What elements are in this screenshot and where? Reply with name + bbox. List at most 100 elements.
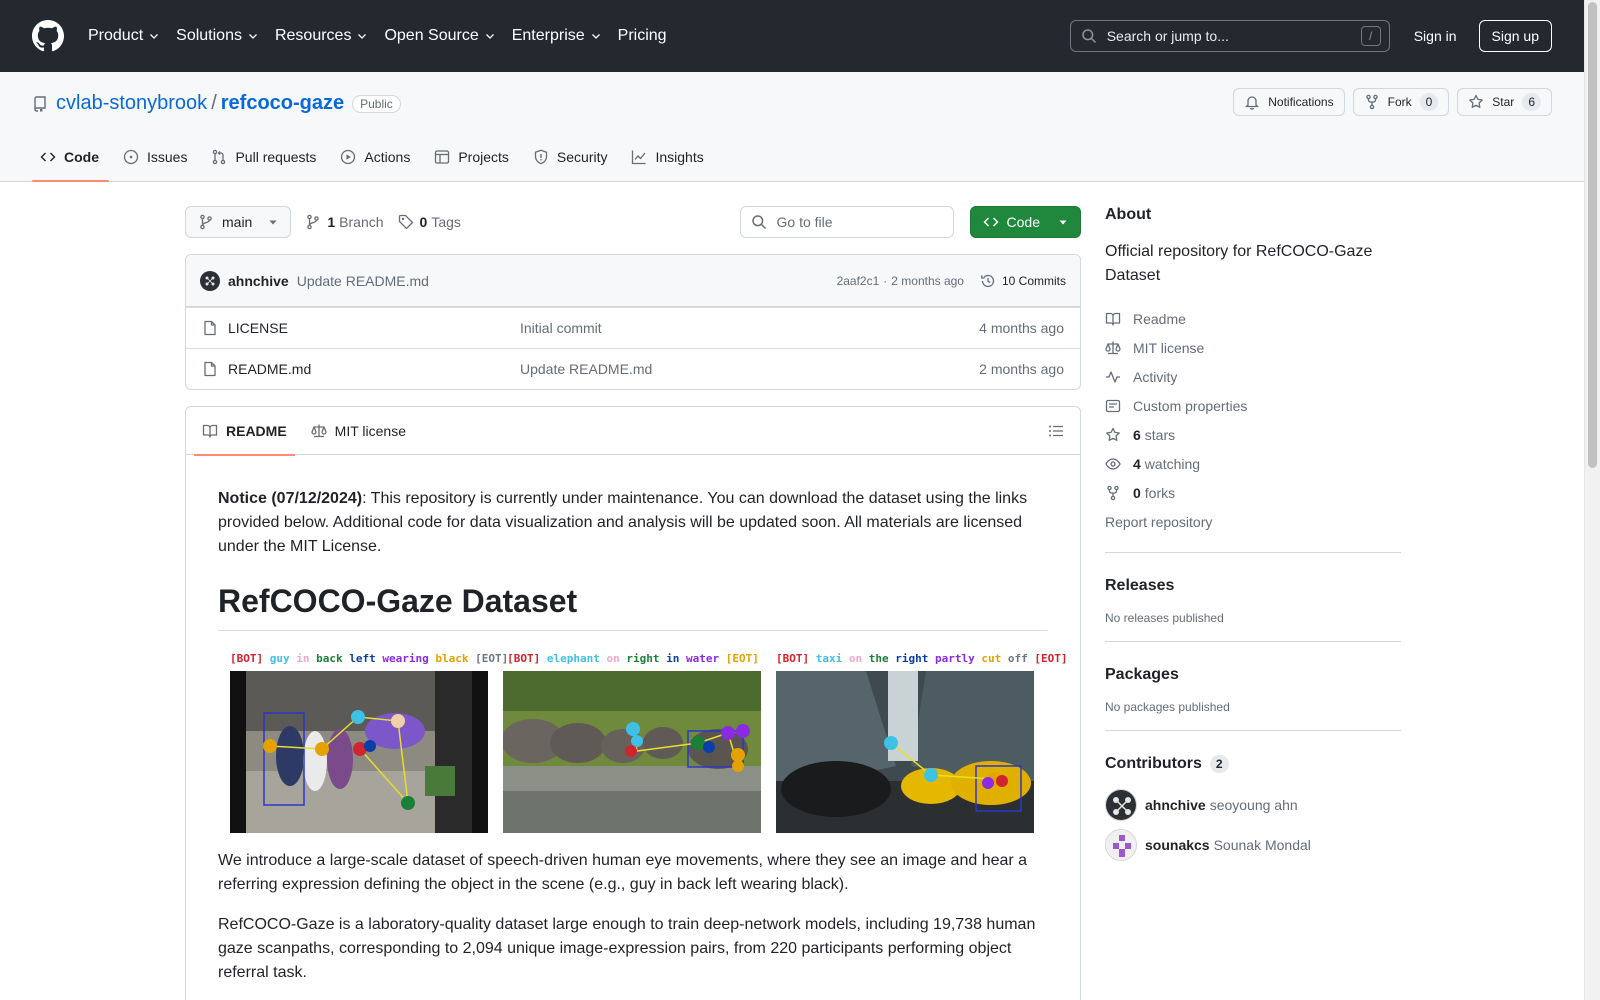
nav-resources[interactable]: Resources — [275, 27, 368, 45]
contributor-item[interactable]: ahnchive seoyoung ahn — [1105, 789, 1401, 821]
sidebar-watching-label: watching — [1144, 455, 1201, 472]
nav-solutions[interactable]: Solutions — [176, 27, 259, 45]
fork-count: 0 — [1419, 93, 1439, 111]
sidebar-custom-properties-link[interactable]: Custom properties — [1105, 391, 1401, 420]
contributors-link[interactable]: Contributors — [1105, 755, 1202, 773]
scrollbar-thumb[interactable] — [1588, 2, 1597, 468]
nav-pricing[interactable]: Pricing — [618, 27, 667, 45]
caption-elephant: [BOT] elephant on right in water [EOT] — [503, 647, 763, 671]
avatar-identicon-icon — [1106, 830, 1136, 860]
branch-name: main — [222, 214, 253, 230]
tab-pull-requests[interactable]: Pull requests — [203, 133, 326, 181]
fork-label: Fork — [1387, 95, 1412, 109]
tab-mit-license[interactable]: MIT license — [311, 407, 406, 455]
triangle-down-icon — [1059, 220, 1067, 225]
nav-enterprise-label: Enterprise — [511, 27, 585, 44]
repo-name-link[interactable]: refcoco-gaze — [221, 92, 344, 115]
tab-security[interactable]: Security — [525, 133, 618, 181]
star-button[interactable]: Star 6 — [1457, 88, 1552, 116]
outline-toggle-button[interactable] — [1048, 423, 1064, 439]
contributor-item[interactable]: sounakcs Sounak Mondal — [1105, 829, 1401, 861]
search-icon — [751, 215, 766, 230]
nav-product[interactable]: Product — [88, 27, 160, 45]
nav-open-source[interactable]: Open Source — [384, 27, 495, 45]
fork-button[interactable]: Fork 0 — [1352, 88, 1450, 116]
commit-sha-link[interactable]: 2aaf2c1 — [837, 274, 880, 288]
repo-description: Official repository for RefCOCO-Gaze Dat… — [1105, 243, 1373, 284]
tab-projects[interactable]: Projects — [426, 133, 519, 181]
tab-issues[interactable]: Issues — [115, 133, 197, 181]
sidebar-license-link[interactable]: MIT license — [1105, 333, 1401, 362]
readme-panel: README MIT license Notice (07/12/2024): … — [185, 406, 1081, 1000]
tag-count: 0 — [419, 214, 428, 230]
global-search-input[interactable]: Search or jump to... / — [1069, 20, 1390, 52]
packages-empty-text: No packages published — [1105, 700, 1230, 714]
github-logo-icon[interactable] — [32, 20, 64, 52]
sidebar-divider — [1105, 552, 1401, 553]
file-link-readme[interactable]: README.md — [202, 361, 520, 377]
page-scrollbar[interactable] — [1584, 0, 1600, 1000]
sidebar-license-label: MIT license — [1133, 339, 1205, 356]
code-download-button[interactable]: Code — [969, 206, 1081, 238]
sidebar-stars-link[interactable]: 6 stars — [1105, 420, 1401, 449]
avatar[interactable] — [200, 270, 220, 291]
sign-up-button[interactable]: Sign up — [1478, 20, 1552, 52]
report-repository-link[interactable]: Report repository — [1105, 507, 1401, 536]
nav-enterprise[interactable]: Enterprise — [512, 27, 602, 45]
tab-security-label: Security — [556, 149, 608, 165]
git-branch-icon — [200, 214, 212, 230]
commit-message-link[interactable]: Update README.md — [297, 273, 429, 289]
intro-paragraph: We introduce a large-scale dataset of sp… — [218, 852, 1028, 893]
tag-icon — [398, 214, 413, 230]
avatar[interactable] — [1105, 789, 1137, 821]
caption-word: [BOT] — [507, 652, 541, 665]
tab-readme[interactable]: README — [194, 407, 295, 456]
scene-elephant-graphic — [503, 671, 761, 833]
file-commit-time: 4 months ago — [979, 320, 1064, 336]
go-to-file-input[interactable]: Go to file — [739, 206, 954, 238]
book-icon — [202, 424, 218, 438]
repo-owner-link[interactable]: cvlab-stonybrook — [56, 92, 207, 115]
scene-taxi-graphic — [776, 671, 1034, 833]
releases-heading[interactable]: Releases — [1105, 577, 1401, 595]
tab-mit-license-label: MIT license — [334, 422, 406, 439]
caption-word: right — [895, 652, 929, 665]
repo-main-content: main 1 Branch 0 Tags Go to file Code ahn… — [185, 206, 1081, 1000]
repo-tabs: Code Issues Pull requests Actions Projec… — [32, 133, 720, 182]
file-name: LICENSE — [228, 320, 288, 336]
file-navigation: main 1 Branch 0 Tags Go to file Code — [185, 206, 1081, 238]
graph-icon — [632, 150, 646, 165]
avatar[interactable] — [1105, 829, 1137, 861]
table-row: LICENSE Initial commit 4 months ago — [186, 307, 1080, 348]
notifications-button[interactable]: Notifications — [1233, 88, 1345, 116]
table-icon — [435, 150, 450, 164]
tab-code[interactable]: Code — [32, 133, 109, 182]
file-link-license[interactable]: LICENSE — [202, 320, 520, 336]
packages-heading[interactable]: Packages — [1105, 666, 1401, 684]
sign-in-link[interactable]: Sign in — [1414, 28, 1457, 44]
example-skateboard: [BOT] guy in back left wearing black [EO… — [230, 647, 508, 833]
commit-author-link[interactable]: ahnchive — [228, 273, 289, 289]
contributor-login: ahnchive — [1145, 797, 1206, 813]
commits-history-link[interactable]: 10 Commits — [980, 273, 1066, 289]
tab-insights[interactable]: Insights — [623, 133, 713, 181]
repo-sidebar: About Official repository for RefCOCO-Ga… — [1105, 206, 1401, 869]
tags-link[interactable]: 0 Tags — [398, 214, 461, 230]
caption-word: in — [666, 652, 680, 665]
file-commit-message[interactable]: Update README.md — [520, 361, 979, 377]
sidebar-forks-count: 0 — [1133, 484, 1141, 501]
tab-actions[interactable]: Actions — [332, 133, 420, 181]
sidebar-watching-link[interactable]: 4 watching — [1105, 449, 1401, 478]
branches-link[interactable]: 1 Branch — [305, 214, 384, 230]
commit-meta: 2aaf2c1 · 2 months ago 10 Commits — [837, 273, 1066, 289]
sidebar-activity-link[interactable]: Activity — [1105, 362, 1401, 391]
caption-word: back — [316, 652, 343, 665]
search-shortcut-key: / — [1360, 26, 1381, 46]
file-commit-time: 2 months ago — [979, 361, 1064, 377]
sidebar-readme-link[interactable]: Readme — [1105, 304, 1401, 333]
branch-select-button[interactable]: main — [185, 206, 292, 238]
tab-projects-label: Projects — [458, 149, 509, 165]
branch-label: Branch — [339, 214, 384, 230]
file-commit-message[interactable]: Initial commit — [520, 320, 979, 336]
sidebar-forks-link[interactable]: 0 forks — [1105, 478, 1401, 507]
